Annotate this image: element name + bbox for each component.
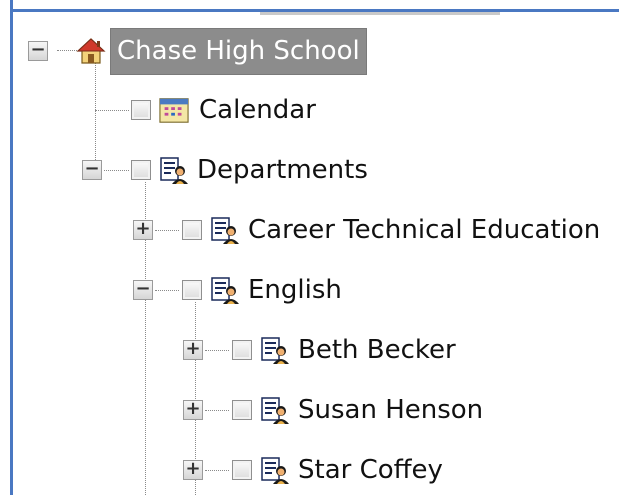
node-label[interactable]: Chase High School xyxy=(110,27,367,75)
house-icon xyxy=(76,36,106,66)
node-checkbox[interactable] xyxy=(232,460,252,480)
people-list-icon xyxy=(210,215,240,245)
node-label[interactable]: Calendar xyxy=(199,95,316,125)
expand-toggle[interactable]: + xyxy=(183,460,203,480)
node-label[interactable]: Star Coffey xyxy=(298,455,443,485)
node-checkbox[interactable] xyxy=(232,400,252,420)
node-label[interactable]: English xyxy=(248,275,342,305)
expand-toggle[interactable]: + xyxy=(183,340,203,360)
tree-node-departments[interactable]: − Departments xyxy=(82,150,368,190)
tree-node-beth-becker[interactable]: + Beth Becker xyxy=(183,330,456,370)
tree-view: − Chase High School Calendar − Departmen… xyxy=(0,0,619,495)
node-label[interactable]: Susan Henson xyxy=(298,395,483,425)
collapse-toggle[interactable]: − xyxy=(28,41,48,61)
node-checkbox[interactable] xyxy=(182,280,202,300)
tree-node-career-technical-education[interactable]: + Career Technical Education xyxy=(133,210,600,250)
tree-node-chase-high-school[interactable]: − Chase High School xyxy=(28,27,367,75)
node-checkbox[interactable] xyxy=(131,100,151,120)
people-list-icon xyxy=(260,455,290,485)
node-checkbox[interactable] xyxy=(182,220,202,240)
people-list-icon xyxy=(260,395,290,425)
tree-node-english[interactable]: − English xyxy=(133,270,342,310)
tree-node-calendar[interactable]: Calendar xyxy=(131,90,316,130)
people-list-icon xyxy=(159,155,189,185)
expand-toggle[interactable]: + xyxy=(183,400,203,420)
people-list-icon xyxy=(260,335,290,365)
tree-connector xyxy=(95,110,129,111)
expand-toggle[interactable]: + xyxy=(133,220,153,240)
node-label[interactable]: Departments xyxy=(197,155,368,185)
calendar-icon xyxy=(159,95,189,125)
node-checkbox[interactable] xyxy=(232,340,252,360)
people-list-icon xyxy=(210,275,240,305)
collapse-toggle[interactable]: − xyxy=(82,160,102,180)
tree-node-star-coffey[interactable]: + Star Coffey xyxy=(183,450,443,490)
node-label[interactable]: Beth Becker xyxy=(298,335,456,365)
collapse-toggle[interactable]: − xyxy=(133,280,153,300)
node-checkbox[interactable] xyxy=(131,160,151,180)
node-label[interactable]: Career Technical Education xyxy=(248,215,600,245)
tree-node-susan-henson[interactable]: + Susan Henson xyxy=(183,390,483,430)
